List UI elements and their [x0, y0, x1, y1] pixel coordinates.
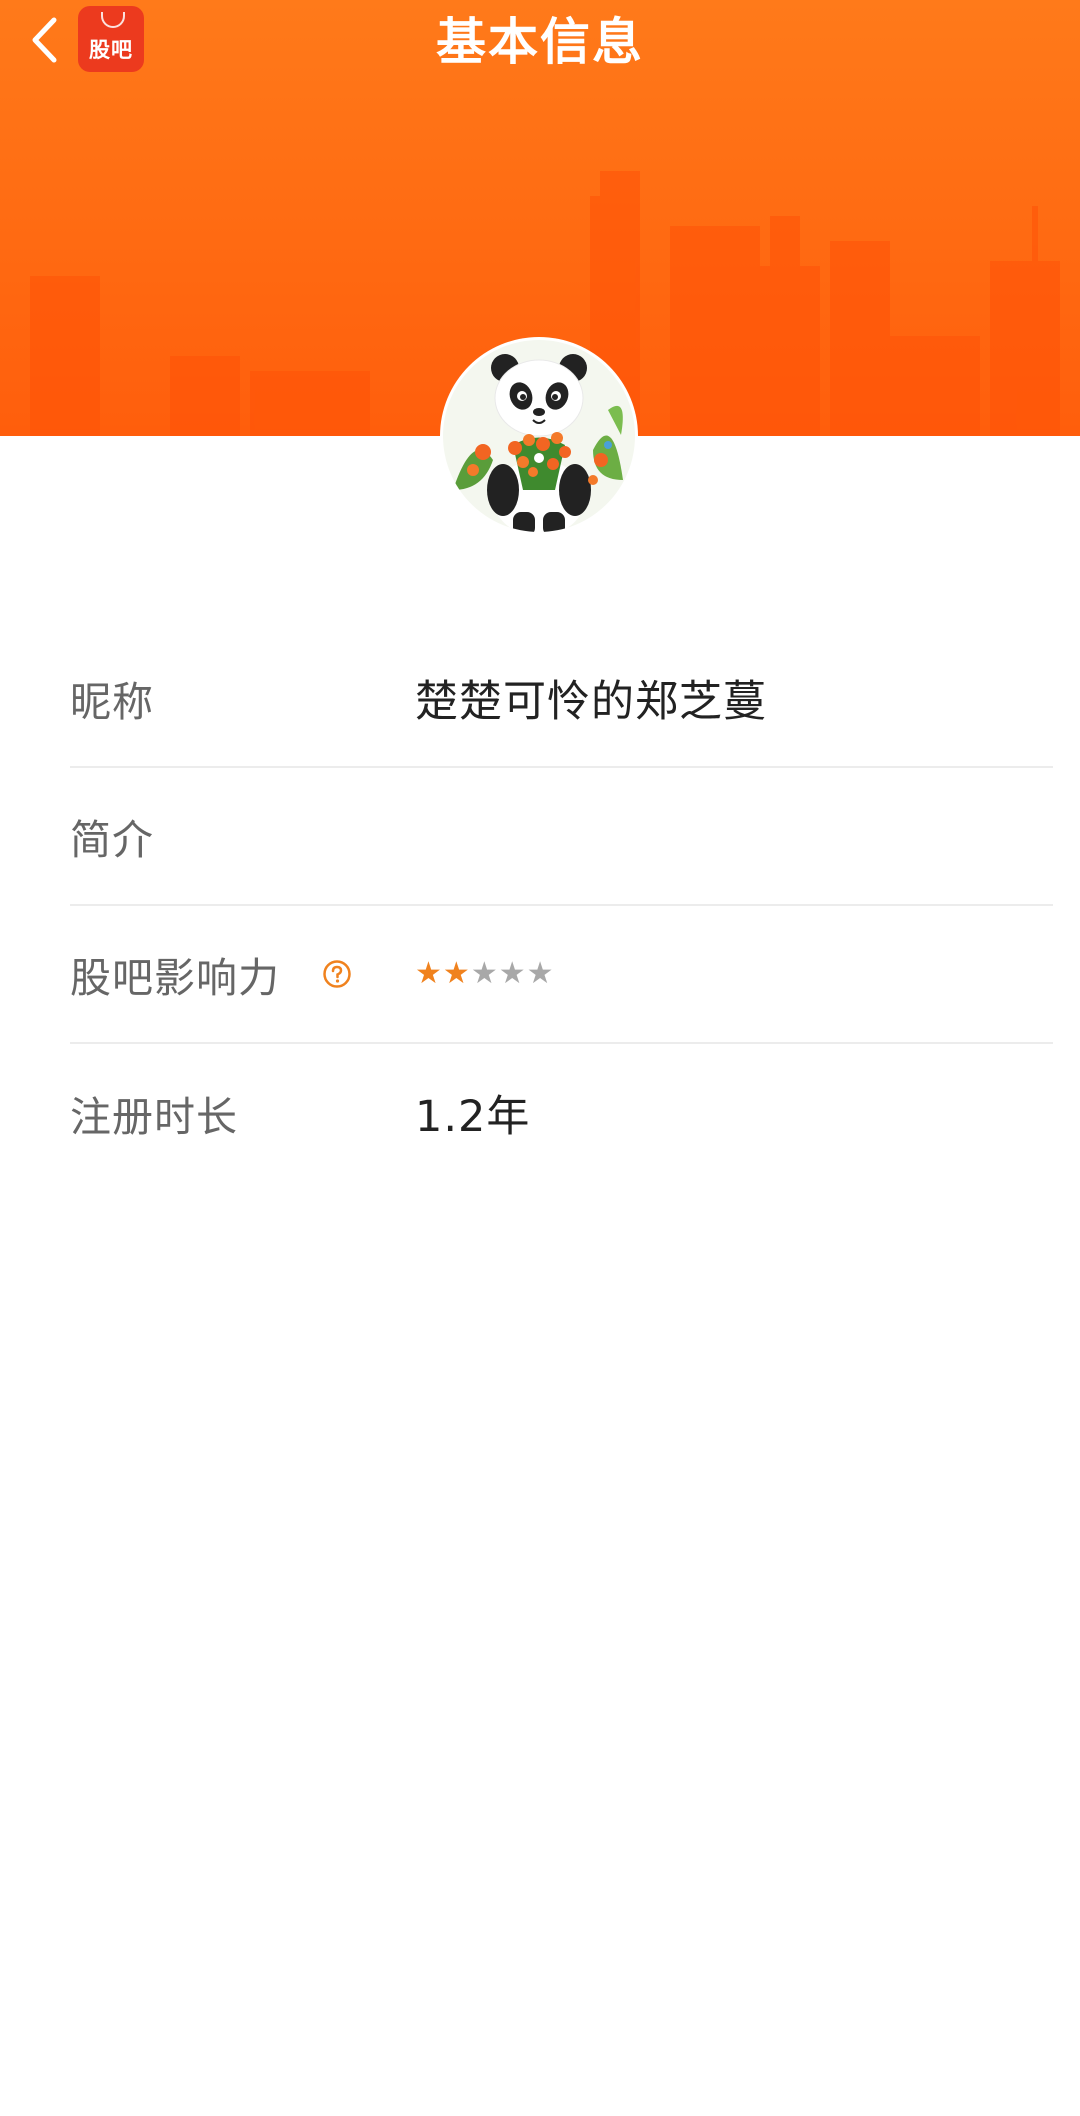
influence-label: 股吧影响力: [70, 954, 280, 1002]
registration-value: 1.2年: [415, 1092, 531, 1142]
registration-row: 注册时长 1.2年: [70, 1044, 1053, 1182]
nickname-label: 昵称: [70, 678, 154, 726]
star-empty-icon: ★: [526, 956, 554, 991]
bio-label: 简介: [70, 816, 154, 864]
avatar[interactable]: [443, 340, 635, 532]
page-title: 基本信息: [436, 13, 644, 71]
star-filled-icon: ★: [415, 956, 442, 991]
influence-row: 股吧影响力 ★ ★ ★ ★ ★: [70, 906, 1053, 1044]
influence-label-wrap: 股吧影响力: [70, 944, 415, 1004]
star-empty-icon: ★: [470, 956, 498, 991]
nickname-value: 楚楚可怜的郑芝蔓: [415, 677, 767, 727]
influence-stars: ★ ★ ★ ★ ★: [415, 959, 555, 989]
question-circle-icon[interactable]: [322, 959, 352, 989]
panda-with-flowers-avatar-icon: [443, 340, 635, 532]
info-list: 昵称 楚楚可怜的郑芝蔓 简介 股吧影响力 ★ ★ ★ ★ ★ 注册时长 1.2年: [70, 630, 1053, 1182]
bio-row[interactable]: 简介: [70, 768, 1053, 906]
star-empty-icon: ★: [498, 956, 526, 991]
nickname-row[interactable]: 昵称 楚楚可怜的郑芝蔓: [70, 630, 1053, 768]
registration-label: 注册时长: [70, 1093, 238, 1141]
star-filled-icon: ★: [442, 956, 470, 991]
